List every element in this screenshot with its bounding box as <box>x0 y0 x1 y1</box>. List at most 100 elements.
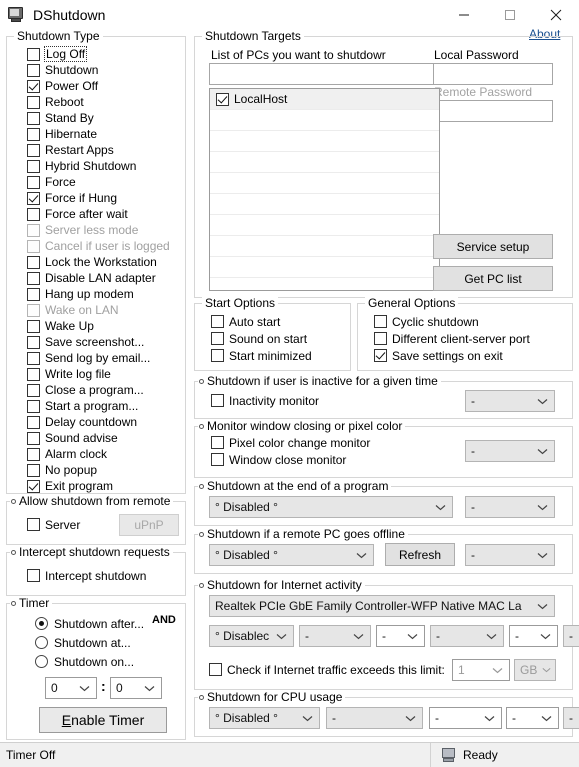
general-option-row-1[interactable]: Different client-server port <box>374 330 530 347</box>
shutdown-type-checkbox-9[interactable] <box>27 192 40 205</box>
shutdown-type-checkbox-14[interactable] <box>27 272 40 285</box>
shutdown-type-row-17[interactable]: Wake Up <box>27 318 170 334</box>
minimize-icon[interactable] <box>441 0 487 30</box>
start-option-checkbox-1[interactable] <box>211 332 224 345</box>
shutdown-type-row-8[interactable]: Force <box>27 174 170 190</box>
shutdown-type-checkbox-26[interactable] <box>27 464 40 477</box>
shutdown-type-checkbox-17[interactable] <box>27 320 40 333</box>
shutdown-type-checkbox-8[interactable] <box>27 176 40 189</box>
timer-option-row-1[interactable]: Shutdown at... <box>35 633 144 652</box>
internet-combo-4[interactable]: - <box>509 625 558 647</box>
shutdown-type-row-21[interactable]: Close a program... <box>27 382 170 398</box>
general-option-checkbox-2[interactable] <box>374 349 387 362</box>
shutdown-type-checkbox-19[interactable] <box>27 352 40 365</box>
shutdown-type-checkbox-11[interactable] <box>27 224 40 237</box>
shutdown-type-row-16[interactable]: Wake on LAN <box>27 302 170 318</box>
shutdown-type-row-0[interactable]: Log Off <box>27 46 170 62</box>
shutdown-type-row-11[interactable]: Server less mode <box>27 222 170 238</box>
shutdown-type-checkbox-22[interactable] <box>27 400 40 413</box>
start-option-row-1[interactable]: Sound on start <box>211 330 312 347</box>
cpu-combo-3[interactable]: - <box>506 707 559 729</box>
inactivity-combo[interactable]: - <box>465 390 555 412</box>
refresh-button[interactable]: Refresh <box>385 543 455 566</box>
shutdown-type-row-26[interactable]: No popup <box>27 462 170 478</box>
inactivity-monitor-checkbox[interactable] <box>211 394 224 407</box>
timer-option-row-0[interactable]: Shutdown after... <box>35 614 144 633</box>
shutdown-type-checkbox-16[interactable] <box>27 304 40 317</box>
shutdown-type-checkbox-7[interactable] <box>27 160 40 173</box>
shutdown-type-checkbox-3[interactable] <box>27 96 40 109</box>
shutdown-type-checkbox-13[interactable] <box>27 256 40 269</box>
maximize-icon[interactable] <box>487 0 533 30</box>
shutdown-type-checkbox-20[interactable] <box>27 368 40 381</box>
monitor-option-row-0[interactable]: Pixel color change monitor <box>211 434 370 451</box>
cpu-combo-1[interactable]: - <box>326 707 423 729</box>
pc-list-checkbox-0[interactable] <box>216 93 229 106</box>
remote-password-input[interactable] <box>433 100 553 122</box>
shutdown-type-checkbox-25[interactable] <box>27 448 40 461</box>
shutdown-type-checkbox-23[interactable] <box>27 416 40 429</box>
internet-combo-3[interactable]: - <box>430 625 504 647</box>
shutdown-type-checkbox-10[interactable] <box>27 208 40 221</box>
shutdown-type-row-6[interactable]: Restart Apps <box>27 142 170 158</box>
upnp-button[interactable]: uPnP <box>119 514 179 536</box>
shutdown-type-row-23[interactable]: Delay countdown <box>27 414 170 430</box>
shutdown-type-checkbox-4[interactable] <box>27 112 40 125</box>
shutdown-type-checkbox-5[interactable] <box>27 128 40 141</box>
general-option-checkbox-0[interactable] <box>374 315 387 328</box>
shutdown-type-row-9[interactable]: Force if Hung <box>27 190 170 206</box>
shutdown-type-checkbox-2[interactable] <box>27 80 40 93</box>
internet-limit-unit-combo[interactable]: GB <box>514 659 556 681</box>
get-pc-list-button[interactable]: Get PC list <box>433 266 553 291</box>
shutdown-type-checkbox-12[interactable] <box>27 240 40 253</box>
shutdown-type-row-18[interactable]: Save screenshot... <box>27 334 170 350</box>
cpu-combo-2[interactable]: - <box>429 707 502 729</box>
start-option-checkbox-0[interactable] <box>211 315 224 328</box>
monitor-combo[interactable]: - <box>465 440 555 462</box>
timer-hours-combo[interactable]: 0 <box>45 677 97 699</box>
timer-option-row-2[interactable]: Shutdown on... <box>35 652 144 671</box>
shutdown-type-row-4[interactable]: Stand By <box>27 110 170 126</box>
server-checkbox-row[interactable]: Server <box>27 516 80 533</box>
shutdown-type-row-22[interactable]: Start a program... <box>27 398 170 414</box>
shutdown-type-row-3[interactable]: Reboot <box>27 94 170 110</box>
pc-name-input[interactable] <box>209 63 440 85</box>
timer-minutes-combo[interactable]: 0 <box>110 677 162 699</box>
shutdown-type-row-15[interactable]: Hang up modem <box>27 286 170 302</box>
pc-list-item-0[interactable]: LocalHost <box>210 89 439 110</box>
shutdown-type-row-20[interactable]: Write log file <box>27 366 170 382</box>
local-password-input[interactable] <box>433 63 553 85</box>
shutdown-type-row-24[interactable]: Sound advise <box>27 430 170 446</box>
shutdown-type-checkbox-0[interactable] <box>27 48 40 61</box>
timer-option-radio-1[interactable] <box>35 636 48 649</box>
pc-listbox[interactable]: LocalHost <box>209 88 440 291</box>
start-option-row-2[interactable]: Start minimized <box>211 347 312 364</box>
monitor-option-checkbox-0[interactable] <box>211 436 224 449</box>
start-option-row-0[interactable]: Auto start <box>211 313 312 330</box>
general-option-row-2[interactable]: Save settings on exit <box>374 347 530 364</box>
shutdown-type-row-19[interactable]: Send log by email... <box>27 350 170 366</box>
remote-offline-side-combo[interactable]: - <box>465 544 555 566</box>
intercept-checkbox-row[interactable]: Intercept shutdown <box>27 567 146 584</box>
monitor-option-row-1[interactable]: Window close monitor <box>211 451 370 468</box>
end-program-side-combo[interactable]: - <box>465 496 555 518</box>
timer-option-radio-2[interactable] <box>35 655 48 668</box>
shutdown-type-checkbox-6[interactable] <box>27 144 40 157</box>
shutdown-type-checkbox-21[interactable] <box>27 384 40 397</box>
shutdown-type-row-2[interactable]: Power Off <box>27 78 170 94</box>
shutdown-type-checkbox-24[interactable] <box>27 432 40 445</box>
cpu-combo-4[interactable]: - <box>563 707 579 729</box>
monitor-option-checkbox-1[interactable] <box>211 453 224 466</box>
intercept-shutdown-checkbox[interactable] <box>27 569 40 582</box>
shutdown-type-row-5[interactable]: Hibernate <box>27 126 170 142</box>
shutdown-type-row-12[interactable]: Cancel if user is logged <box>27 238 170 254</box>
remote-offline-main-combo[interactable]: ° Disabled ° <box>209 544 374 566</box>
general-option-checkbox-1[interactable] <box>374 332 387 345</box>
internet-limit-value-combo[interactable]: 1 <box>452 659 510 681</box>
server-checkbox[interactable] <box>27 518 40 531</box>
internet-combo-1[interactable]: - <box>299 625 371 647</box>
cpu-combo-0[interactable]: ° Disabled ° <box>209 707 320 729</box>
shutdown-type-checkbox-27[interactable] <box>27 480 40 493</box>
shutdown-type-row-13[interactable]: Lock the Workstation <box>27 254 170 270</box>
network-adapter-combo[interactable]: Realtek PCIe GbE Family Controller-WFP N… <box>209 595 555 617</box>
